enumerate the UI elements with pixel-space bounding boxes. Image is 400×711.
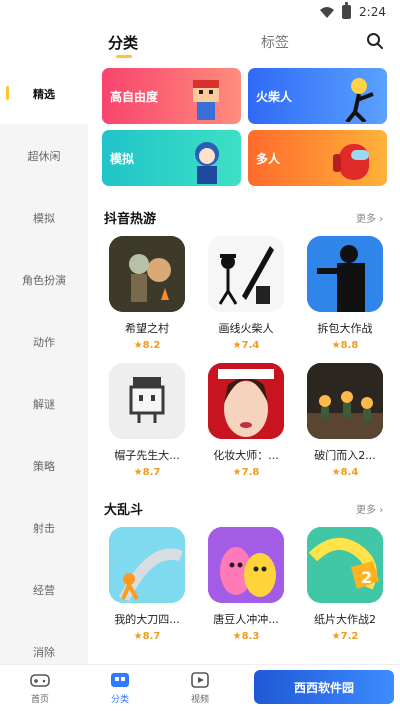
site-watermark-logo: 西西软件园 (254, 670, 394, 704)
section-title-douyin-hot: 抖音热游 (104, 212, 157, 227)
rating-value: 7.4 (241, 340, 260, 351)
game-card[interactable]: 唐豆人冲冲... ★8.3 (201, 527, 291, 642)
svg-text:2: 2 (361, 568, 372, 587)
section1-more-link[interactable]: 更多 › (356, 210, 383, 225)
crewmate-art (333, 144, 369, 180)
status-time: 2:24 (359, 5, 386, 19)
category-icon (110, 671, 130, 689)
more-label: 更多 (356, 214, 376, 225)
nav-category-label: 分类 (110, 695, 129, 705)
game-name: 画线火柴人 (218, 322, 274, 335)
banner-simulation[interactable]: 模拟 (102, 130, 241, 186)
rating-value: 8.8 (340, 340, 359, 351)
nav-category[interactable]: 分类 (90, 671, 150, 705)
game-icon (109, 527, 185, 603)
stickman-art (345, 78, 374, 122)
game-card[interactable]: 拆包大作战 ★8.8 (300, 236, 390, 351)
game-name: 破门而入2... (314, 449, 376, 462)
game-name: 拆包大作战 (317, 322, 373, 335)
game-icon (307, 363, 383, 439)
rating-value: 8.4 (340, 467, 359, 478)
game-rating: ★7.4 (232, 340, 260, 351)
sidebar-item-roleplay[interactable]: 角色扮演 (0, 250, 88, 310)
game-name: 化妆大师：... (213, 449, 279, 462)
banner-multiplayer[interactable]: 多人 (248, 130, 387, 186)
game-rating: ★7.8 (232, 467, 260, 478)
game-rating: ★8.3 (232, 631, 260, 642)
game-icon (208, 527, 284, 603)
banner-label: 高自由度 (110, 90, 159, 104)
game-card[interactable]: 化妆大师：... ★7.8 (201, 363, 291, 478)
watermark-text: 西西软件园 (293, 680, 354, 695)
section-title-brawl: 大乱斗 (104, 503, 144, 518)
nav-home-label: 首页 (30, 695, 49, 705)
video-icon (190, 671, 210, 689)
game-name: 希望之村 (125, 322, 169, 335)
game-name: 唐豆人冲冲... (213, 613, 279, 626)
wifi-icon (320, 6, 335, 18)
chevron-right-icon: › (379, 505, 384, 516)
game-icon (109, 236, 185, 312)
sidebar-item-shooter[interactable]: 射击 (0, 498, 88, 558)
game-rating: ★8.4 (331, 467, 359, 478)
sidebar-item-management[interactable]: 经营 (0, 560, 88, 620)
chevron-right-icon: › (379, 214, 384, 225)
rating-value: 7.2 (340, 631, 359, 642)
sidebar-item-simulation[interactable]: 模拟 (0, 188, 88, 248)
nav-video-label: 视频 (190, 695, 209, 705)
game-rating: ★7.2 (331, 631, 359, 642)
banner-label: 模拟 (110, 152, 135, 166)
sidebar-item-strategy[interactable]: 策略 (0, 436, 88, 496)
rating-value: 8.7 (142, 631, 161, 642)
banner-label: 多人 (256, 152, 281, 166)
rating-value: 8.2 (142, 340, 161, 351)
game-card[interactable]: 画线火柴人 ★7.4 (201, 236, 291, 351)
search-icon[interactable] (366, 32, 384, 50)
game-card[interactable]: 帽子先生大... ★8.7 (102, 363, 192, 478)
tab-active-indicator (116, 55, 132, 58)
game-name: 我的大刀四... (114, 613, 180, 626)
game-rating: ★8.7 (133, 631, 161, 642)
banner-label: 火柴人 (256, 90, 293, 104)
more-label: 更多 (356, 505, 376, 516)
game-icon (307, 236, 383, 312)
tab-category-label: 分类 (108, 34, 139, 52)
sidebar-item-action[interactable]: 动作 (0, 312, 88, 372)
game-icon (208, 236, 284, 312)
game-card[interactable]: 2 纸片大作战2 ★7.2 (300, 527, 390, 642)
game-name: 纸片大作战2 (314, 613, 376, 626)
tab-category[interactable]: 分类 (108, 32, 139, 58)
game-rating: ★8.2 (133, 340, 161, 351)
rating-value: 8.3 (241, 631, 260, 642)
tab-tags[interactable]: 标签 (261, 32, 289, 52)
battery-icon (342, 2, 352, 19)
anime-girl-art (195, 142, 219, 184)
top-tabs: 分类 标签 (88, 24, 400, 64)
game-icon: 2 (307, 527, 383, 603)
game-rating: ★8.7 (133, 467, 161, 478)
game-icon (208, 363, 284, 439)
game-name: 帽子先生大... (114, 449, 180, 462)
nav-home[interactable]: 首页 (10, 671, 70, 705)
banner-stickman[interactable]: 火柴人 (248, 68, 387, 124)
status-bar: 2:24 (0, 0, 400, 24)
blocky-character-art (193, 80, 219, 120)
sidebar-item-hypercasual[interactable]: 超休闲 (0, 126, 88, 186)
game-card[interactable]: 希望之村 ★8.2 (102, 236, 192, 351)
game-rating: ★8.8 (331, 340, 359, 351)
rating-value: 8.7 (142, 467, 161, 478)
category-sidebar: 精选 超休闲 模拟 角色扮演 动作 解谜 策略 射击 经营 消除 (0, 64, 88, 664)
banner-high-freedom[interactable]: 高自由度 (102, 68, 241, 124)
sidebar-item-puzzle[interactable]: 解谜 (0, 374, 88, 434)
sidebar-item-featured[interactable]: 精选 (0, 64, 88, 124)
game-card[interactable]: 破门而入2... ★8.4 (300, 363, 390, 478)
nav-video[interactable]: 视频 (170, 671, 230, 705)
game-card[interactable]: 我的大刀四... ★8.7 (102, 527, 192, 642)
section2-more-link[interactable]: 更多 › (356, 501, 383, 516)
gamepad-icon (30, 671, 50, 689)
game-icon (109, 363, 185, 439)
rating-value: 7.8 (241, 467, 260, 478)
